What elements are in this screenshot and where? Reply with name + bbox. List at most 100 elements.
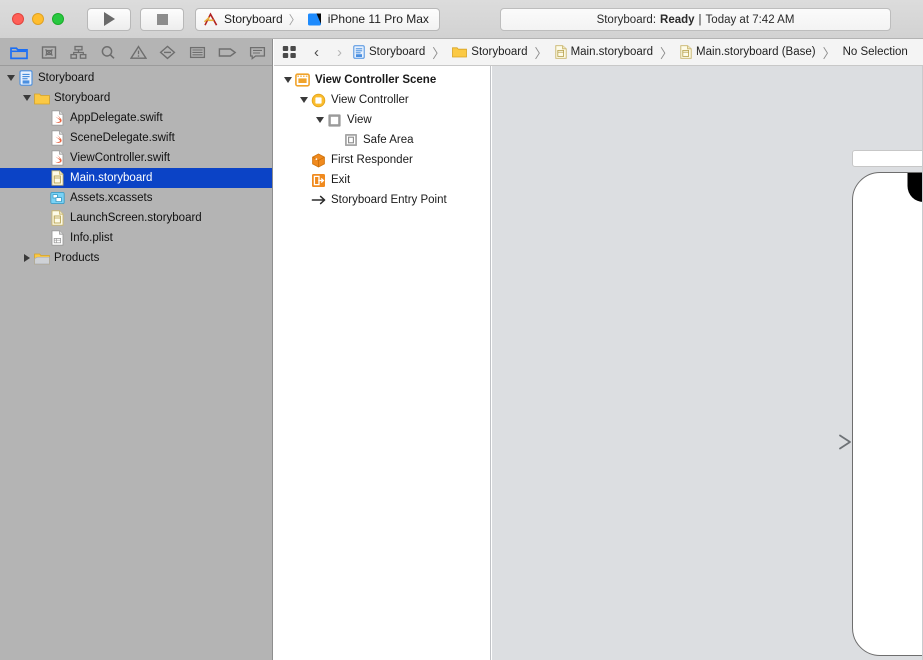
- breadcrumb-item-base-locale[interactable]: Main.storyboard (Base): [680, 45, 816, 59]
- breadcrumb-separator: 〉: [432, 43, 445, 62]
- project-navigator-tab[interactable]: [4, 39, 34, 66]
- disclosure-twisty[interactable]: [4, 75, 17, 81]
- tree-item-main-storyboard[interactable]: Main.storyboard: [0, 168, 272, 188]
- outline-item-view-controller[interactable]: View Controller: [274, 90, 490, 110]
- forward-button[interactable]: ›: [330, 45, 349, 60]
- folder-icon: [33, 252, 50, 265]
- outline-item-exit[interactable]: Exit: [274, 170, 490, 190]
- disclosure-twisty[interactable]: [313, 117, 326, 123]
- hierarchy-icon: [70, 45, 87, 60]
- debug-navigator-tab[interactable]: [183, 39, 213, 66]
- device-notch: [908, 172, 923, 202]
- close-button[interactable]: [12, 13, 24, 25]
- outline-item-entry-point[interactable]: Storyboard Entry Point: [274, 190, 490, 210]
- report-navigator-tab[interactable]: [242, 39, 272, 66]
- minimize-button[interactable]: [32, 13, 44, 25]
- title-bar: Storyboard 〉 iPhone 11 Pro Max Storyboar…: [0, 0, 923, 39]
- tree-item-group[interactable]: Storyboard: [0, 88, 272, 108]
- tree-item-file[interactable]: Info.plist: [0, 228, 272, 248]
- safe-area-icon: [342, 133, 359, 147]
- test-navigator-tab[interactable]: [153, 39, 183, 66]
- tree-item-project[interactable]: Storyboard: [0, 68, 272, 88]
- outline-item-first-responder[interactable]: First Responder: [274, 150, 490, 170]
- exit-icon: [310, 173, 327, 188]
- swift-file-icon: [49, 110, 66, 126]
- entry-point-arrow-icon[interactable]: [802, 434, 856, 450]
- outline-item-scene[interactable]: View Controller Scene: [274, 70, 490, 90]
- tree-item-file[interactable]: SceneDelegate.swift: [0, 128, 272, 148]
- outline-item-safe-area[interactable]: Safe Area: [274, 130, 490, 150]
- tree-item-label: Main.storyboard: [70, 168, 152, 188]
- zoom-button[interactable]: [52, 13, 64, 25]
- xcode-window: Storyboard 〉 iPhone 11 Pro Max Storyboar…: [0, 0, 923, 660]
- breadcrumb-label: Main.storyboard (Base): [696, 46, 816, 58]
- status-state: Ready: [660, 14, 695, 26]
- storyboard-icon: [49, 170, 66, 186]
- outline-item-label: View Controller Scene: [315, 74, 436, 86]
- status-bar[interactable]: Storyboard: Ready | Today at 7:42 AM: [500, 8, 891, 31]
- outline-item-label: View Controller: [331, 94, 409, 106]
- breadcrumb-label: Storyboard: [369, 46, 425, 58]
- outline-item-view[interactable]: View: [274, 110, 490, 130]
- tree-item-file[interactable]: AppDelegate.swift: [0, 108, 272, 128]
- xcode-hammer-icon: [203, 12, 219, 27]
- navigator-panel: Storyboard Storyboard: [0, 39, 273, 660]
- storyboard-canvas[interactable]: View Controller: [492, 66, 923, 660]
- stop-icon: [157, 14, 168, 25]
- tree-item-label: SceneDelegate.swift: [70, 128, 175, 148]
- breadcrumb: ‹ › Storyboard 〉 Storyboard 〉: [274, 39, 923, 66]
- storyboard-icon: [49, 210, 66, 226]
- entry-point-arrow-icon: [310, 193, 327, 207]
- plist-icon: [49, 230, 66, 246]
- run-button[interactable]: [87, 8, 131, 31]
- back-button[interactable]: ‹: [307, 45, 326, 60]
- breadcrumb-item-file[interactable]: Main.storyboard: [555, 45, 653, 59]
- swift-file-icon: [49, 150, 66, 166]
- tree-item-assets[interactable]: Assets.xcassets: [0, 188, 272, 208]
- breadcrumb-item-project[interactable]: Storyboard: [353, 45, 425, 59]
- speech-bubble-icon: [249, 45, 266, 60]
- project-icon: [17, 70, 34, 86]
- disclosure-twisty[interactable]: [297, 97, 310, 103]
- status-divider: |: [699, 14, 702, 26]
- outline-item-label: Exit: [331, 174, 350, 186]
- project-icon: [353, 45, 365, 59]
- tree-item-file[interactable]: ViewController.swift: [0, 148, 272, 168]
- status-prefix: Storyboard:: [597, 14, 656, 26]
- tree-item-label: LaunchScreen.storyboard: [70, 208, 202, 228]
- view-icon: [326, 113, 343, 128]
- disclosure-twisty[interactable]: [281, 77, 294, 83]
- tree-item-file[interactable]: LaunchScreen.storyboard: [0, 208, 272, 228]
- breadcrumb-item-selection[interactable]: No Selection: [843, 46, 908, 58]
- scheme-separator: 〉: [288, 11, 302, 28]
- swift-file-icon: [49, 130, 66, 146]
- breakpoint-navigator-tab[interactable]: [212, 39, 242, 66]
- view-controller-icon: [310, 93, 327, 108]
- find-navigator-tab[interactable]: [93, 39, 123, 66]
- tree-item-products[interactable]: Products: [0, 248, 272, 268]
- tree-item-label: AppDelegate.swift: [70, 108, 163, 128]
- stop-button[interactable]: [140, 8, 184, 31]
- window-controls: [12, 13, 64, 25]
- breadcrumb-item-group[interactable]: Storyboard: [452, 46, 527, 58]
- source-control-navigator-tab[interactable]: [34, 39, 64, 66]
- scheme-selector[interactable]: Storyboard 〉 iPhone 11 Pro Max: [195, 8, 440, 31]
- diamond-icon: [159, 45, 176, 60]
- warning-triangle-icon: [130, 45, 147, 60]
- editor-panes-icon[interactable]: [282, 45, 297, 59]
- first-responder-icon: [310, 153, 327, 168]
- tree-item-label: Storyboard: [38, 68, 94, 88]
- breadcrumb-separator: 〉: [535, 43, 548, 62]
- navigator-tab-bar: [0, 39, 272, 66]
- symbol-navigator-tab[interactable]: [64, 39, 94, 66]
- play-icon: [104, 12, 115, 26]
- disclosure-twisty[interactable]: [20, 95, 33, 101]
- storyboard-icon: [555, 45, 567, 59]
- tree-item-label: Assets.xcassets: [70, 188, 152, 208]
- device-preview[interactable]: [852, 172, 923, 656]
- disclosure-twisty[interactable]: [20, 254, 33, 262]
- breadcrumb-separator: 〉: [660, 43, 673, 62]
- tree-item-label: Products: [54, 248, 99, 268]
- issue-navigator-tab[interactable]: [123, 39, 153, 66]
- scene-title-bar[interactable]: View Controller: [852, 150, 923, 167]
